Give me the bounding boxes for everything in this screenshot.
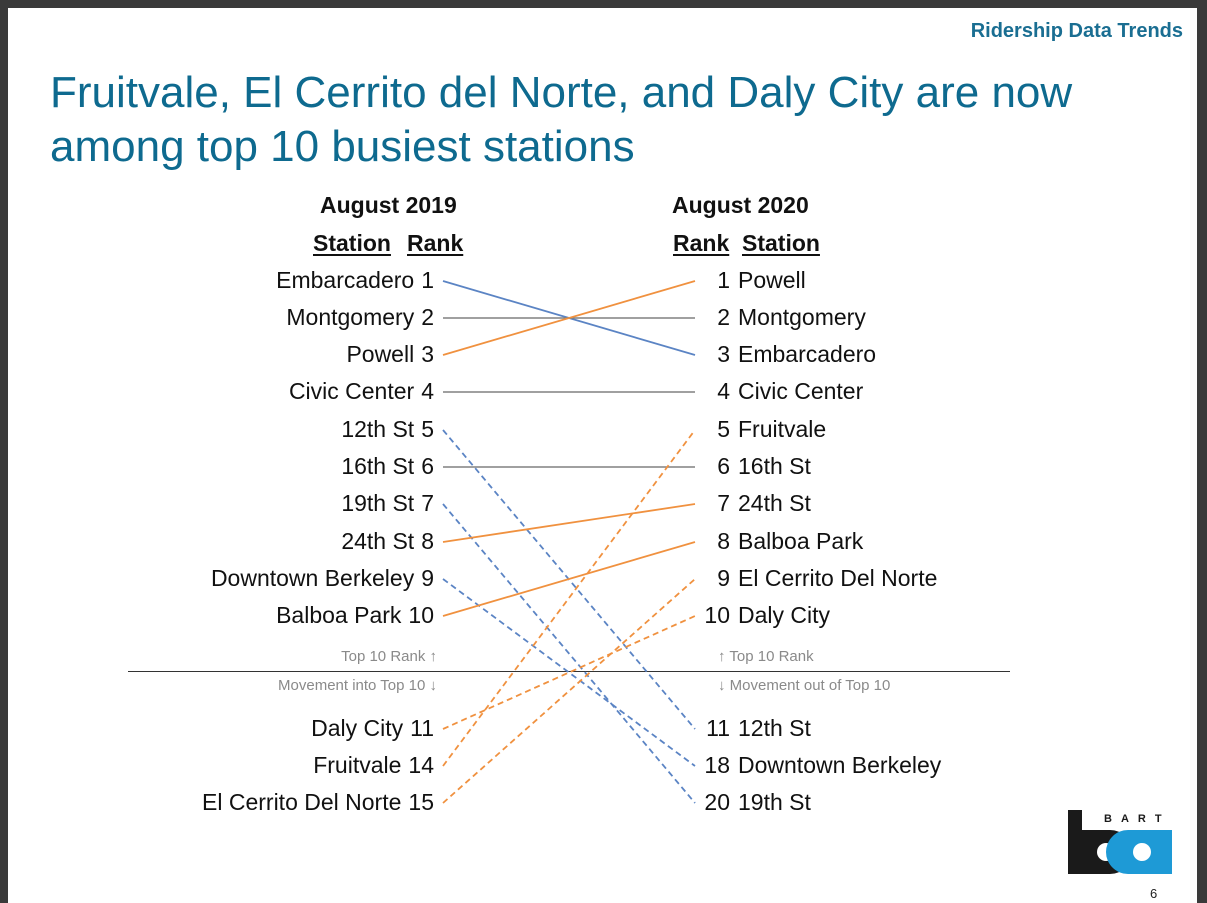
slope-lines bbox=[442, 280, 696, 804]
bart-logo-text: BART bbox=[1104, 813, 1171, 825]
slope-line-balboa-park bbox=[442, 541, 696, 617]
slope-line-24th-st bbox=[442, 503, 696, 543]
bart-logo: BART bbox=[1068, 810, 1172, 874]
slope-line-fruitvale bbox=[442, 429, 696, 767]
page-number: 6 bbox=[1150, 886, 1158, 901]
slide: Ridership Data Trends Fruitvale, El Cerr… bbox=[8, 8, 1197, 903]
slope-line-19th-st bbox=[442, 503, 696, 804]
slope-line-daly-city bbox=[442, 615, 696, 730]
slope-line-el-cerrito-del-norte bbox=[442, 578, 696, 804]
slope-line-downtown-berkeley bbox=[442, 578, 696, 767]
